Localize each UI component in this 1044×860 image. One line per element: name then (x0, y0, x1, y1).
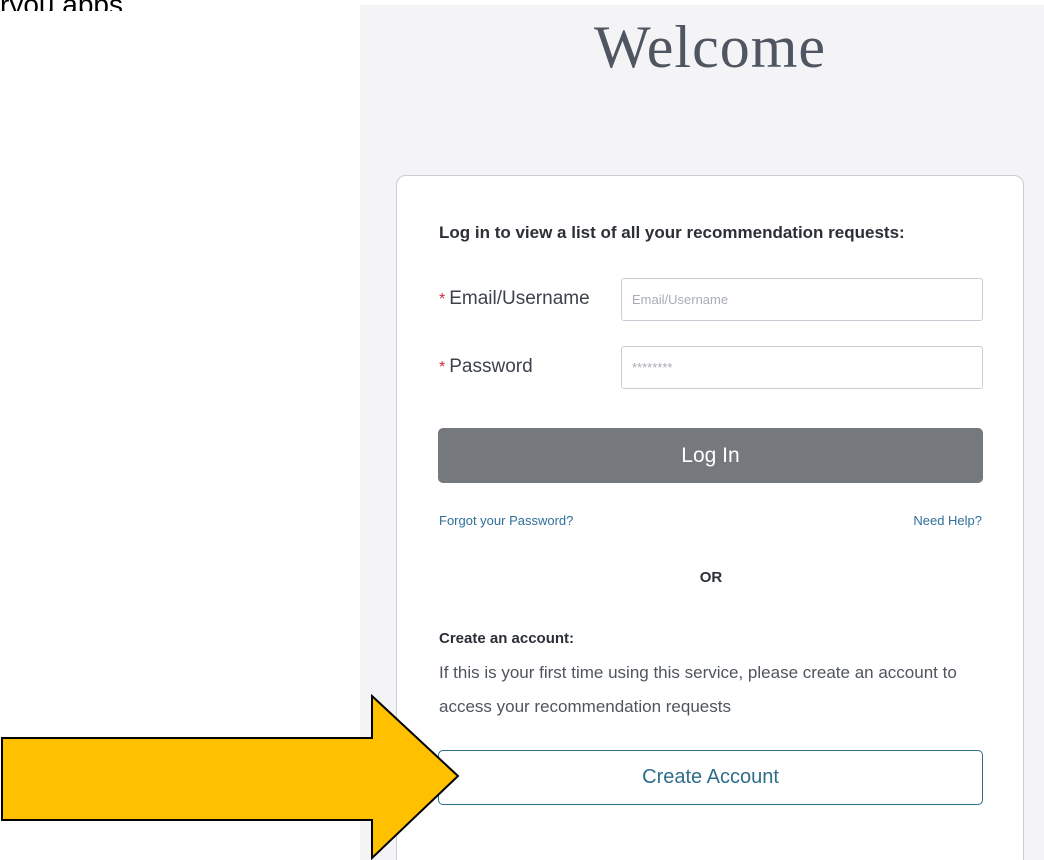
cropped-text-fragment: ryou apps (0, 0, 355, 11)
email-label-text: Email/Username (449, 288, 590, 309)
login-intro: Log in to view a list of all your recomm… (439, 223, 905, 242)
create-account-description: If this is your first time using this se… (439, 663, 957, 716)
right-arrow-icon (1, 694, 460, 860)
create-account-button[interactable]: Create Account (438, 750, 983, 805)
email-label: * Email/Username (439, 288, 590, 310)
login-card: Log in to view a list of all your recomm… (396, 175, 1024, 860)
forgot-password-link[interactable]: Forgot your Password? (439, 513, 573, 528)
password-label-text: Password (449, 356, 533, 377)
required-marker: * (439, 359, 446, 376)
password-label: * Password (439, 356, 533, 378)
required-marker: * (439, 291, 446, 308)
welcome-title: Welcome (593, 14, 827, 80)
page: ryou apps Welcome Log in to view a list … (0, 0, 1044, 860)
need-help-link[interactable]: Need Help? (913, 513, 982, 528)
create-account-heading: Create an account: (439, 630, 575, 647)
login-button[interactable]: Log In (438, 428, 983, 483)
password-field[interactable] (621, 346, 983, 389)
or-divider: OR (699, 569, 723, 586)
email-field[interactable] (621, 278, 983, 321)
